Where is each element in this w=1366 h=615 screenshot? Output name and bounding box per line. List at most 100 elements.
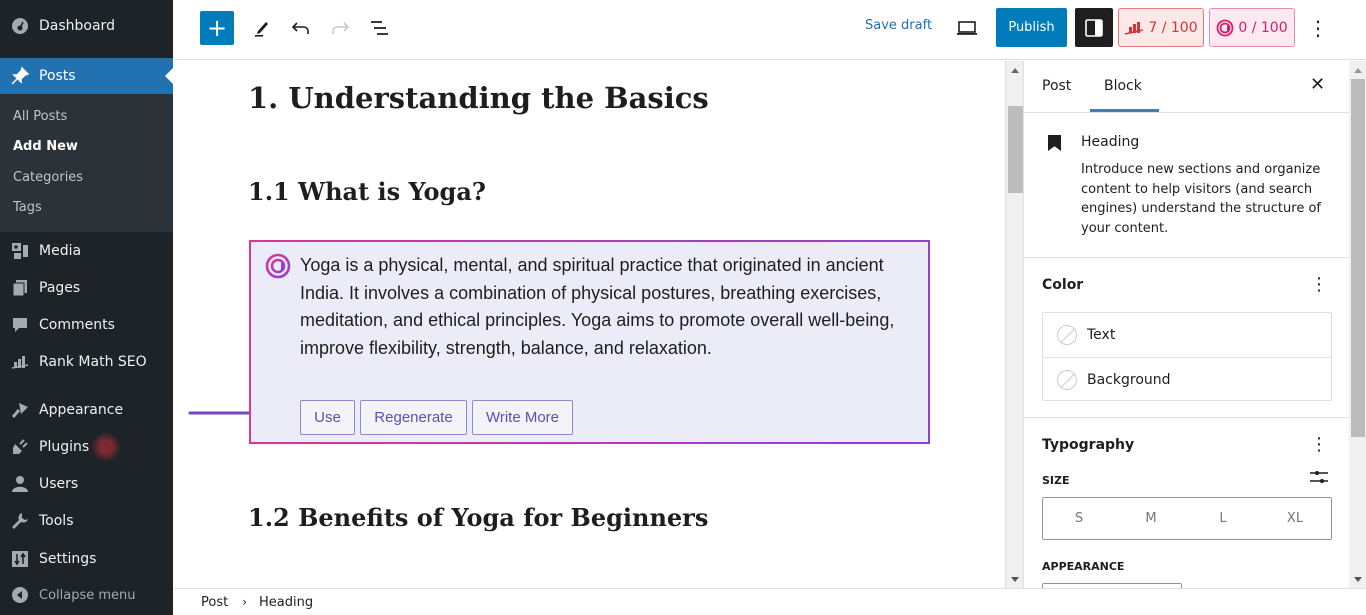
comment-icon xyxy=(10,315,30,335)
sidebar-item-plugins[interactable]: Plugins xyxy=(0,429,173,465)
color-section-title: Color xyxy=(1042,277,1084,293)
scroll-up-icon[interactable] xyxy=(1354,68,1362,73)
scroll-down-icon[interactable] xyxy=(1354,577,1362,582)
publish-button[interactable]: Publish xyxy=(996,8,1067,47)
pencil-icon xyxy=(255,22,268,37)
plugin-icon xyxy=(10,437,30,457)
sidebar-label: Dashboard xyxy=(39,18,115,34)
submenu-add-new[interactable]: Add New xyxy=(13,139,78,154)
media-icon xyxy=(10,241,30,261)
scroll-up-icon[interactable] xyxy=(1011,68,1019,73)
posts-submenu: All Posts Add New Categories Tags xyxy=(0,94,173,232)
close-panel-button[interactable]: ✕ xyxy=(1310,74,1325,95)
save-draft-button[interactable]: Save draft xyxy=(865,18,932,33)
background-color-option[interactable]: Background xyxy=(1043,357,1331,401)
ai-score: 0 / 100 xyxy=(1238,19,1288,36)
wrench-icon xyxy=(10,511,30,531)
size-option-l[interactable]: L xyxy=(1187,498,1259,539)
regenerate-button[interactable]: Regenerate xyxy=(360,400,467,435)
use-button[interactable]: Use xyxy=(300,400,355,435)
font-size-picker: S M L XL xyxy=(1042,497,1332,540)
size-option-xl[interactable]: XL xyxy=(1259,498,1331,539)
preview-button[interactable] xyxy=(955,16,979,40)
sidebar-label: Collapse menu xyxy=(39,587,136,603)
sidebar-label: Media xyxy=(39,243,82,259)
divider xyxy=(1024,417,1349,418)
typography-options-button[interactable]: ⋮ xyxy=(1310,434,1328,455)
divider xyxy=(1024,257,1349,258)
scrollbar-thumb[interactable] xyxy=(1008,106,1023,193)
paintbrush-icon xyxy=(10,400,30,420)
sidebar-item-settings[interactable]: Settings xyxy=(0,541,173,577)
sidebar-label: Settings xyxy=(39,551,97,567)
sidebar-item-comments[interactable]: Comments xyxy=(0,307,173,343)
content-ai-score-button[interactable]: 0 / 100 xyxy=(1209,8,1295,47)
redo-button[interactable] xyxy=(326,14,354,42)
color-settings-group: Text Background xyxy=(1042,312,1332,401)
undo-button[interactable] xyxy=(287,14,315,42)
heading-block-selected[interactable]: 1.1 What is Yoga? xyxy=(248,177,486,206)
custom-size-icon[interactable] xyxy=(1310,469,1328,485)
rank-math-icon xyxy=(1125,21,1144,35)
use-label: Use xyxy=(314,409,341,426)
sidebar-item-pages[interactable]: Pages xyxy=(0,270,173,306)
submenu-categories[interactable]: Categories xyxy=(13,170,83,185)
sidebar-item-media[interactable]: Media xyxy=(0,233,173,269)
sidebar-label: Comments xyxy=(39,317,115,333)
sidebar-item-tools[interactable]: Tools xyxy=(0,503,173,539)
submenu-all-posts[interactable]: All Posts xyxy=(13,109,67,124)
seo-score: 7 / 100 xyxy=(1148,19,1198,36)
laptop-icon xyxy=(957,21,977,35)
sidebar-item-posts[interactable]: Posts xyxy=(0,58,173,94)
editor-toolbar: + Save draft Publish 7 / 100 0 / 100 ⋮ xyxy=(173,0,1366,60)
color-label: Background xyxy=(1087,371,1171,388)
pin-icon xyxy=(10,66,30,86)
sidebar-label: Plugins xyxy=(39,439,90,455)
document-overview-button[interactable] xyxy=(365,14,393,42)
tools-button[interactable] xyxy=(248,14,276,42)
list-view-icon xyxy=(371,21,388,35)
sidebar-item-dashboard[interactable]: Dashboard xyxy=(0,8,173,44)
content-ai-suggestion: Yoga is a physical, mental, and spiritua… xyxy=(249,240,930,444)
size-option-m[interactable]: M xyxy=(1115,498,1187,539)
settings-toggle-button[interactable] xyxy=(1075,8,1113,47)
breadcrumb-heading[interactable]: Heading xyxy=(259,595,313,610)
block-breadcrumb: Post › Heading xyxy=(173,588,1366,615)
heading-block[interactable]: 1. Understanding the Basics xyxy=(248,81,709,115)
tab-post[interactable]: Post xyxy=(1042,78,1071,94)
editor-canvas: 1. Understanding the Basics 1.1 What is … xyxy=(173,61,1005,588)
heading-block[interactable]: 1.2 Benefits of Yoga for Beginners xyxy=(248,503,708,532)
panel-scrollbar[interactable] xyxy=(1349,61,1366,588)
scrollbar-thumb[interactable] xyxy=(1351,79,1365,437)
add-block-button[interactable]: + xyxy=(200,11,234,45)
appearance-label: APPEARANCE xyxy=(1042,560,1125,573)
text-color-option[interactable]: Text xyxy=(1043,313,1331,357)
sidebar-panel-icon xyxy=(1085,18,1103,37)
kebab-icon: ⋮ xyxy=(1308,16,1328,40)
tab-block[interactable]: Block xyxy=(1104,78,1142,94)
collapse-menu-button[interactable]: Collapse menu xyxy=(0,577,173,613)
admin-sidebar: Dashboard Posts All Posts Add New Catego… xyxy=(0,0,173,615)
dashboard-icon xyxy=(10,16,30,36)
submenu-tags[interactable]: Tags xyxy=(13,200,42,215)
color-options-button[interactable]: ⋮ xyxy=(1310,274,1328,295)
sidebar-label: Appearance xyxy=(39,402,124,418)
editor-scrollbar[interactable] xyxy=(1005,61,1023,588)
color-label: Text xyxy=(1087,327,1116,343)
empty-swatch-icon xyxy=(1057,325,1077,345)
options-menu-button[interactable]: ⋮ xyxy=(1308,14,1328,42)
size-option-s[interactable]: S xyxy=(1043,498,1115,539)
breadcrumb-post[interactable]: Post xyxy=(201,595,228,610)
rank-math-score-button[interactable]: 7 / 100 xyxy=(1118,8,1204,47)
sidebar-item-rank-math[interactable]: Rank Math SEO xyxy=(0,344,173,380)
sidebar-item-users[interactable]: Users xyxy=(0,466,173,502)
typography-section-title: Typography xyxy=(1042,437,1135,453)
sidebar-item-appearance[interactable]: Appearance xyxy=(0,392,173,428)
sidebar-label: Pages xyxy=(39,280,81,296)
publish-label: Publish xyxy=(1008,20,1055,35)
user-icon xyxy=(10,474,30,494)
scroll-down-icon[interactable] xyxy=(1011,577,1019,582)
write-more-button[interactable]: Write More xyxy=(472,400,573,435)
plus-icon: + xyxy=(206,14,228,42)
divider xyxy=(1024,112,1349,113)
